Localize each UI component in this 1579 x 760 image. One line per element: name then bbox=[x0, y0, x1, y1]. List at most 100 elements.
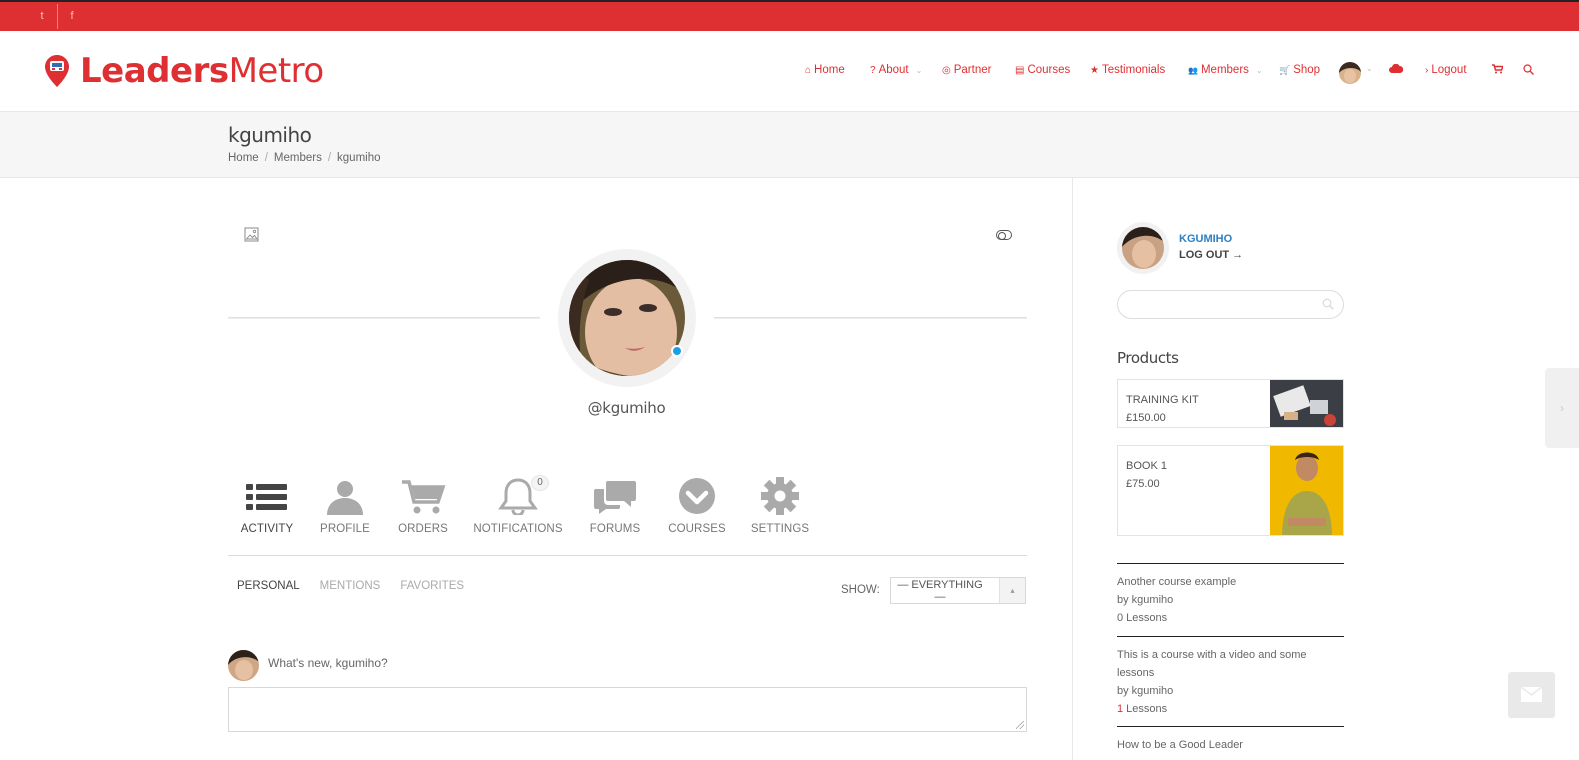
course-title[interactable]: How to be a Good Leader bbox=[1117, 736, 1344, 754]
nav-user-avatar[interactable] bbox=[1339, 62, 1361, 84]
chevron-right-icon: › bbox=[1560, 401, 1564, 415]
post-prompt: What's new, kgumiho? bbox=[268, 656, 388, 670]
breadcrumb-separator: / bbox=[327, 152, 332, 164]
cloud-icon[interactable] bbox=[1389, 64, 1403, 74]
notifications-count-badge: 0 bbox=[531, 475, 549, 491]
avatar-image bbox=[569, 260, 685, 376]
search-icon[interactable] bbox=[1523, 64, 1534, 75]
user-icon bbox=[327, 481, 363, 515]
breadcrumb-separator: / bbox=[264, 152, 268, 164]
site-logo[interactable]: LeadersMetro bbox=[44, 51, 324, 91]
sidebar-search-input[interactable] bbox=[1117, 290, 1344, 319]
breadcrumb-home[interactable]: Home bbox=[228, 152, 259, 164]
divider bbox=[228, 317, 540, 319]
products-heading: Products bbox=[1117, 349, 1179, 367]
nav-testimonials-label: Testimonials bbox=[1101, 64, 1166, 76]
breadcrumb: Home / Members / kgumiho bbox=[228, 152, 381, 164]
list-icon bbox=[246, 484, 287, 510]
nav-testimonials[interactable]: ★ Testimonials bbox=[1090, 64, 1165, 76]
course-title[interactable]: Another course example bbox=[1117, 573, 1344, 591]
course-lessons: 0 Lessons bbox=[1117, 609, 1344, 627]
tab-courses[interactable]: COURSES bbox=[652, 477, 742, 535]
cart-icon bbox=[402, 480, 446, 514]
chevron-down-icon[interactable]: ⌄ bbox=[1366, 64, 1373, 73]
product-name[interactable]: BOOK 1 bbox=[1126, 460, 1167, 472]
sidebar-logout-link[interactable]: LOG OUT → bbox=[1179, 249, 1243, 261]
cart-icon: 🛒 bbox=[1279, 64, 1291, 75]
nav-home-label: Home bbox=[814, 64, 845, 76]
course-author: by kgumiho bbox=[1117, 685, 1174, 697]
comments-icon bbox=[594, 481, 636, 514]
subtab-favorites[interactable]: FAVORITES bbox=[400, 580, 464, 592]
nav-logout-label: Logout bbox=[1431, 64, 1467, 76]
site-header: LeadersMetro ⌂ Home ? About ⌄ ◎ Partner ▤ Cou… bbox=[0, 31, 1579, 112]
subtab-personal[interactable]: PERSONAL bbox=[237, 580, 300, 592]
course-author: by kgumiho bbox=[1117, 594, 1174, 606]
course-item: This is a course with a video and some l… bbox=[1117, 636, 1344, 718]
show-filter-select[interactable]: — EVERYTHING — ▴ bbox=[890, 577, 1026, 604]
divider bbox=[714, 317, 1027, 319]
post-textarea[interactable] bbox=[228, 687, 1027, 732]
course-item: Another course example by kgumiho 0 Less… bbox=[1117, 563, 1344, 627]
logo-text-metro: Metro bbox=[228, 51, 325, 91]
contact-button[interactable] bbox=[1508, 672, 1555, 718]
avatar-image bbox=[1339, 62, 1361, 84]
question-icon: ? bbox=[870, 64, 876, 76]
course-title[interactable]: This is a course with a video and some l… bbox=[1117, 646, 1344, 682]
dribbble-icon: ◎ bbox=[942, 64, 951, 76]
side-panel-toggle[interactable]: › bbox=[1545, 368, 1579, 448]
tab-profile-label: PROFILE bbox=[320, 523, 370, 535]
show-filter-label: SHOW: bbox=[841, 584, 880, 596]
nav-partner[interactable]: ◎ Partner bbox=[942, 64, 991, 76]
breadcrumb-current: kgumiho bbox=[337, 152, 381, 164]
sidebar-username[interactable]: KGUMIHO bbox=[1179, 233, 1232, 245]
top-social-bar: t f bbox=[0, 0, 1579, 31]
gear-icon bbox=[761, 477, 799, 515]
product-image[interactable] bbox=[1270, 380, 1343, 427]
breadcrumb-members[interactable]: Members bbox=[274, 152, 322, 164]
nav-logout[interactable]: › Logout bbox=[1425, 64, 1467, 76]
nav-courses[interactable]: ▤ Courses bbox=[1015, 64, 1070, 76]
product-name[interactable]: TRAINING KIT bbox=[1126, 394, 1199, 406]
tab-orders[interactable]: ORDERS bbox=[378, 477, 468, 535]
profile-avatar[interactable] bbox=[569, 260, 685, 376]
tab-profile[interactable]: PROFILE bbox=[300, 477, 390, 535]
product-image[interactable] bbox=[1270, 446, 1343, 535]
course-item: How to be a Good Leader bbox=[1117, 726, 1344, 754]
search-icon[interactable] bbox=[1322, 298, 1334, 310]
avatar-image bbox=[1122, 227, 1164, 269]
tab-settings[interactable]: SETTINGS bbox=[735, 477, 825, 535]
nav-about[interactable]: ? About ⌄ bbox=[870, 64, 922, 76]
tab-notifications[interactable]: NOTIFICATIONS 0 bbox=[473, 475, 563, 535]
nav-home[interactable]: ⌂ Home bbox=[805, 64, 845, 76]
tab-activity-label: ACTIVITY bbox=[240, 523, 294, 535]
image-icon[interactable] bbox=[244, 227, 259, 242]
product-price: £150.00 bbox=[1126, 412, 1166, 424]
product-card[interactable]: BOOK 1 £75.00 bbox=[1117, 445, 1344, 536]
select-arrows-icon: ▴ bbox=[999, 578, 1025, 603]
online-status-dot bbox=[671, 345, 683, 357]
twitter-icon[interactable]: t bbox=[28, 2, 56, 31]
nav-partner-label: Partner bbox=[953, 64, 992, 76]
chevron-circle-icon bbox=[679, 478, 715, 514]
book-icon: ▤ bbox=[1015, 64, 1025, 76]
envelope-icon bbox=[1520, 686, 1543, 702]
nav-members[interactable]: 👥 Members ⌄ bbox=[1188, 64, 1263, 76]
sidebar-avatar[interactable] bbox=[1117, 222, 1169, 274]
nav-shop-label: Shop bbox=[1293, 64, 1321, 76]
facebook-icon[interactable]: f bbox=[58, 2, 86, 31]
tab-forums[interactable]: FORUMS bbox=[570, 477, 660, 535]
toggle-icon[interactable] bbox=[996, 230, 1012, 240]
course-lessons: 1 Lessons bbox=[1117, 700, 1344, 718]
map-pin-icon bbox=[45, 55, 69, 87]
home-icon: ⌂ bbox=[805, 64, 812, 76]
cart-icon[interactable] bbox=[1492, 64, 1503, 74]
nav-shop[interactable]: 🛒 Shop bbox=[1279, 64, 1320, 76]
activity-subtabs: PERSONAL MENTIONS FAVORITES bbox=[237, 580, 464, 592]
product-card[interactable]: TRAINING KIT £150.00 bbox=[1117, 379, 1344, 428]
sidebar-divider bbox=[1072, 178, 1073, 760]
tab-activity[interactable]: ACTIVITY bbox=[222, 477, 312, 535]
subtab-mentions[interactable]: MENTIONS bbox=[320, 580, 381, 592]
profile-tabs: ACTIVITY PROFILE ORDERS NOTIFICATIONS 0 … bbox=[228, 475, 1027, 556]
logo-text: LeadersMetro bbox=[80, 51, 324, 91]
